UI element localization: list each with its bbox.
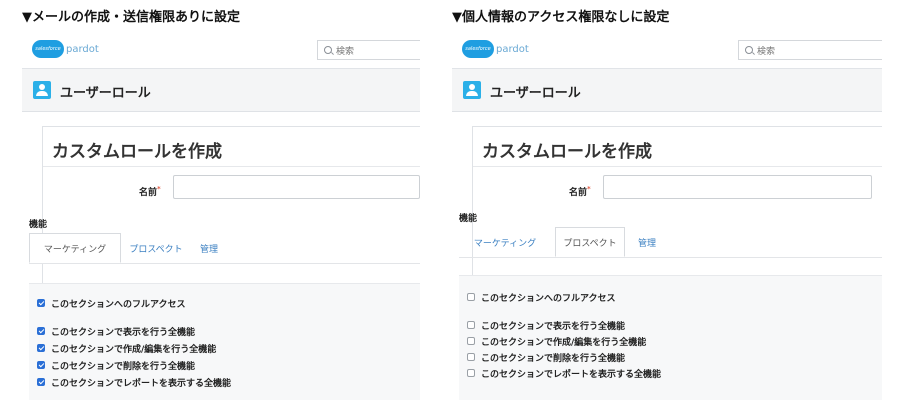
checkbox-checked[interactable] [37, 378, 45, 386]
tab-marketing[interactable]: マーケティング [29, 233, 121, 263]
checkbox-checked[interactable] [37, 299, 45, 307]
pardot-logo[interactable]: salesforce pardot [462, 40, 529, 58]
checkbox-unchecked[interactable] [467, 337, 475, 345]
user-role-icon [33, 81, 51, 99]
perm-full-access[interactable]: このセクションへのフルアクセス [37, 296, 186, 310]
create-role-card: カスタムロールを作成 名前* 機能 マーケティング プロスペクト 管理 このセク… [29, 126, 420, 400]
salesforce-cloud-icon: salesforce [462, 40, 494, 58]
checkbox-checked[interactable] [37, 327, 45, 335]
perm-reports[interactable]: このセクションでレポートを表示する全機能 [37, 375, 231, 389]
card-title: カスタムロールを作成 [52, 142, 222, 162]
perm-view[interactable]: このセクションで表示を行う全機能 [37, 324, 195, 338]
name-label: 名前* [569, 185, 591, 198]
create-role-card: カスタムロールを作成 名前* 機能 マーケティング プロスペクト 管理 このセク… [459, 126, 882, 400]
search-icon [324, 46, 332, 54]
name-input[interactable] [173, 175, 420, 199]
search-icon [745, 46, 753, 54]
tab-admin[interactable]: 管理 [627, 227, 667, 257]
checkbox-unchecked[interactable] [467, 293, 475, 301]
page-title: ユーザーロール [490, 86, 581, 101]
required-marker: * [157, 185, 161, 193]
checkbox-checked[interactable] [37, 344, 45, 352]
feature-tabs: マーケティング プロスペクト 管理 [459, 227, 882, 258]
feature-tabs: マーケティング プロスペクト 管理 [29, 233, 420, 264]
top-navbar: salesforce pardot 検索 [452, 34, 882, 69]
tab-marketing[interactable]: マーケティング [459, 227, 551, 257]
pardot-logo[interactable]: salesforce pardot [32, 40, 99, 58]
search-placeholder: 検索 [757, 46, 776, 57]
pardot-wordmark: pardot [66, 43, 99, 55]
features-label: 機能 [29, 220, 48, 230]
search-placeholder: 検索 [336, 46, 355, 57]
perm-reports[interactable]: このセクションでレポートを表示する全機能 [467, 366, 661, 380]
name-label: 名前* [139, 185, 161, 198]
perm-delete[interactable]: このセクションで削除を行う全機能 [467, 350, 625, 364]
features-label: 機能 [459, 214, 478, 224]
perm-view[interactable]: このセクションで表示を行う全機能 [467, 318, 625, 332]
user-role-icon [463, 81, 481, 99]
tab-prospect[interactable]: プロスペクト [555, 227, 625, 257]
salesforce-cloud-icon: salesforce [32, 40, 64, 58]
top-navbar: salesforce pardot 検索 [22, 34, 420, 69]
name-input[interactable] [603, 175, 872, 199]
page-header: ユーザーロール [452, 69, 882, 112]
panel-caption: ▼個人情報のアクセス権限なしに設定 [452, 10, 670, 25]
screenshot-right: salesforce pardot 検索 ユーザーロール カスタムロールを作成 … [452, 34, 882, 400]
checkbox-unchecked[interactable] [467, 321, 475, 329]
required-marker: * [587, 185, 591, 193]
perm-create-edit[interactable]: このセクションで作成/編集を行う全機能 [37, 341, 216, 355]
page-title: ユーザーロール [60, 86, 151, 101]
tab-admin[interactable]: 管理 [189, 233, 229, 263]
checkbox-checked[interactable] [37, 361, 45, 369]
screenshot-left: salesforce pardot 検索 ユーザーロール カスタムロールを作成 … [22, 34, 420, 400]
tab-prospect[interactable]: プロスペクト [123, 233, 189, 263]
permissions-panel: このセクションへのフルアクセス このセクションで表示を行う全機能 このセクション… [459, 275, 882, 400]
panel-caption: ▼メールの作成・送信権限ありに設定 [22, 10, 240, 25]
divider [43, 166, 420, 167]
page-header: ユーザーロール [22, 69, 420, 112]
search-input[interactable]: 検索 [738, 40, 882, 60]
perm-full-access[interactable]: このセクションへのフルアクセス [467, 290, 616, 304]
permissions-panel: このセクションへのフルアクセス このセクションで表示を行う全機能 このセクション… [29, 283, 420, 400]
search-input[interactable]: 検索 [317, 40, 420, 60]
divider [473, 166, 882, 167]
pardot-wordmark: pardot [496, 43, 529, 55]
card-title: カスタムロールを作成 [482, 142, 652, 162]
perm-delete[interactable]: このセクションで削除を行う全機能 [37, 358, 195, 372]
perm-create-edit[interactable]: このセクションで作成/編集を行う全機能 [467, 334, 646, 348]
checkbox-unchecked[interactable] [467, 369, 475, 377]
checkbox-unchecked[interactable] [467, 353, 475, 361]
